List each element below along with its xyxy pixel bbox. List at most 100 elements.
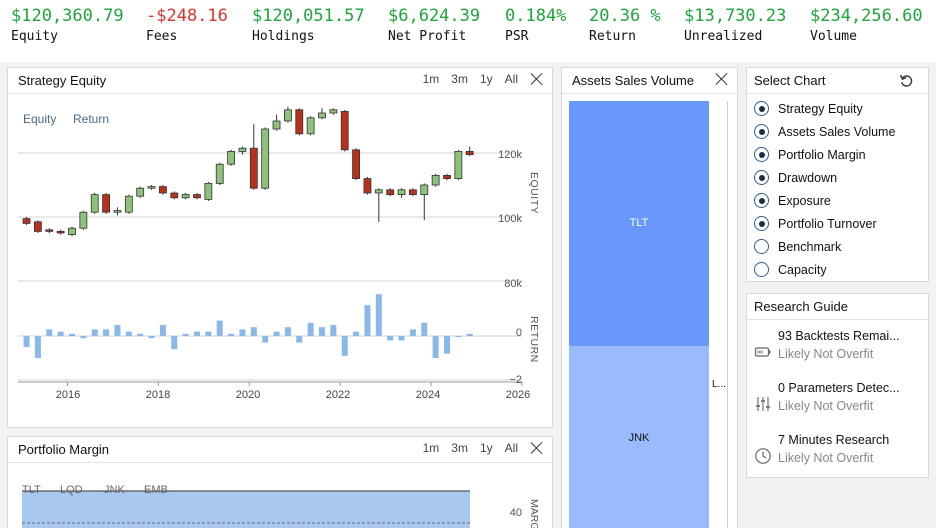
candle: [90, 194, 99, 213]
panel-title: Portfolio Margin: [18, 442, 110, 457]
volume-bar-jnk: JNK: [569, 346, 709, 528]
range-1m-button[interactable]: 1m: [423, 441, 440, 455]
research-item-minutes[interactable]: 7 Minutes Research Likely Not Overfit: [752, 433, 928, 473]
return-bar: [341, 336, 348, 356]
range-1m-button[interactable]: 1m: [423, 72, 440, 86]
x-tick-label: 2018: [146, 389, 170, 401]
select-chart-label: Capacity: [778, 262, 827, 277]
stat-label: PSR: [505, 29, 529, 44]
stat-fees: -$248.16 Fees: [146, 6, 228, 44]
return-bar: [148, 336, 155, 339]
candle: [284, 109, 292, 122]
radio-icon[interactable]: [754, 101, 769, 116]
range-all-button[interactable]: All: [505, 441, 518, 455]
candle: [306, 117, 315, 135]
candle: [431, 175, 440, 186]
range-3m-button[interactable]: 3m: [451, 72, 468, 86]
candle: [272, 120, 281, 130]
select-chart-strategy-equity[interactable]: Strategy Equity: [754, 101, 863, 116]
candle: [79, 211, 88, 229]
return-bar: [387, 336, 394, 341]
research-item-parameters[interactable]: 0 Parameters Detec... Likely Not Overfit: [752, 381, 928, 421]
panel-controls: [703, 72, 729, 86]
panel-header: Assets Sales Volume: [562, 68, 737, 94]
range-1y-button[interactable]: 1y: [480, 441, 493, 455]
panel-header: Strategy Equity 1m 3m 1y All: [8, 68, 552, 94]
return-bar: [262, 336, 269, 343]
select-chart-capacity[interactable]: Capacity: [754, 262, 827, 277]
close-icon[interactable]: [530, 441, 544, 455]
select-chart-benchmark[interactable]: Benchmark: [754, 239, 841, 254]
candle: [420, 184, 429, 195]
candle: [249, 147, 258, 189]
return-bar: [455, 336, 462, 337]
range-1y-button[interactable]: 1y: [480, 72, 493, 86]
candle: [352, 149, 360, 179]
stat-unrealized: $13,730.23 Unrealized: [684, 6, 786, 44]
return-bar: [80, 336, 87, 339]
range-all-button[interactable]: All: [505, 72, 518, 86]
select-chart-label: Benchmark: [778, 239, 842, 254]
panel-header: Select Chart: [747, 68, 928, 94]
select-chart-portfolio-margin[interactable]: Portfolio Margin: [754, 147, 866, 162]
candle: [443, 175, 451, 180]
return-bar: [421, 322, 428, 336]
x-tick-label: 2024: [416, 389, 440, 401]
return-bar: [91, 329, 98, 336]
return-bar: [444, 336, 450, 354]
candle: [454, 151, 463, 180]
close-icon[interactable]: [715, 72, 729, 86]
return-bar: [23, 336, 30, 347]
candle: [409, 189, 417, 196]
candle: [340, 110, 349, 151]
x-tick-label: 2020: [236, 389, 260, 401]
research-item-title: 7 Minutes Research: [778, 433, 890, 447]
close-icon[interactable]: [530, 72, 544, 86]
select-chart-portfolio-turnover[interactable]: Portfolio Turnover: [754, 216, 877, 231]
radio-icon[interactable]: [754, 147, 769, 162]
radio-icon[interactable]: [754, 124, 769, 139]
candle: [34, 221, 42, 232]
return-bar: [466, 333, 473, 336]
return-bar: [171, 336, 178, 350]
range-3m-button[interactable]: 3m: [451, 441, 468, 455]
research-item-title: 93 Backtests Remai...: [778, 329, 900, 343]
candle: [56, 230, 65, 234]
volume-bar-tlt: TLT: [569, 101, 709, 346]
stat-equity: $120,360.79 Equity: [11, 6, 124, 44]
candle: [147, 186, 156, 189]
return-bar: [159, 325, 166, 336]
select-chart-exposure[interactable]: Exposure: [754, 193, 831, 208]
return-bar: [114, 325, 121, 336]
select-chart-label: Assets Sales Volume: [778, 124, 896, 139]
return-bar: [103, 329, 110, 336]
range-selector: 1m 3m 1y All: [411, 441, 544, 455]
radio-icon[interactable]: [754, 216, 769, 231]
x-tick-label: 2022: [326, 389, 350, 401]
stat-label: Equity: [11, 29, 58, 44]
radio-icon[interactable]: [754, 193, 769, 208]
reset-icon[interactable]: [899, 73, 914, 88]
panel-title: Strategy Equity: [18, 73, 107, 88]
return-bar: [57, 331, 64, 336]
candle: [295, 109, 304, 135]
sliders-icon: [756, 397, 770, 411]
candle: [170, 192, 179, 199]
return-tick-label: 0: [516, 327, 522, 339]
stat-return: 20.36 % Return: [589, 6, 661, 44]
radio-icon[interactable]: [754, 239, 769, 254]
return-axis-label: RETURN: [528, 316, 540, 363]
return-bar: [273, 331, 280, 336]
panel-title: Select Chart: [754, 73, 826, 88]
select-chart-assets-sales-volume[interactable]: Assets Sales Volume: [754, 124, 895, 139]
margin-legend-emb: EMB: [144, 484, 168, 496]
strategy-equity-panel: Strategy Equity 1m 3m 1y All Equity Retu…: [7, 67, 553, 428]
candle: [68, 227, 76, 235]
select-chart-label: Strategy Equity: [778, 101, 863, 116]
stat-volume: $234,256.60 Volume: [810, 6, 923, 44]
radio-icon[interactable]: [754, 170, 769, 185]
select-chart-drawdown[interactable]: Drawdown: [754, 170, 837, 185]
portfolio-margin-panel: Portfolio Margin 1m 3m 1y All TLT LQD JN…: [7, 436, 553, 528]
radio-icon[interactable]: [754, 262, 769, 277]
research-item-backtests[interactable]: 93 Backtests Remai... Likely Not Overfit: [752, 329, 928, 369]
